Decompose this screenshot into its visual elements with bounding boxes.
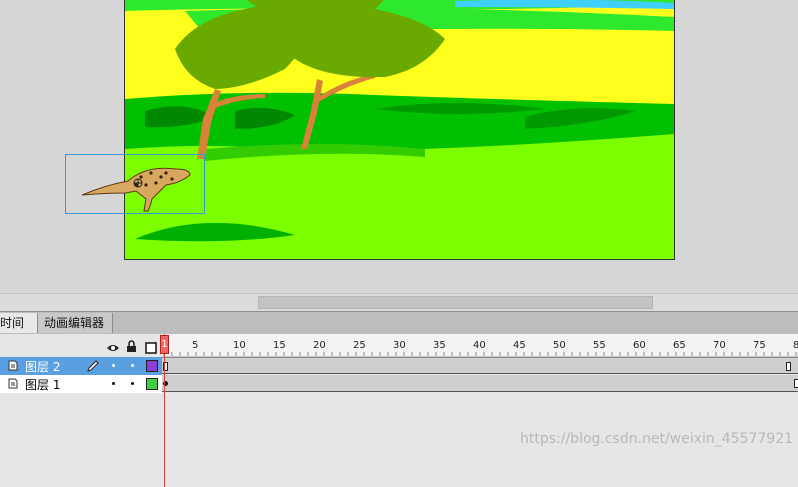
ruler-label: 60 (633, 340, 646, 351)
visibility-dot[interactable] (112, 382, 115, 385)
end-frame[interactable] (794, 379, 798, 388)
stage-horizontal-scrollbar[interactable] (0, 293, 798, 311)
ruler-label: 5 (192, 340, 199, 351)
scene-canvas[interactable] (124, 0, 675, 260)
ruler-label: 70 (713, 340, 726, 351)
ruler-label: 45 (513, 340, 526, 351)
lock-dot[interactable] (131, 364, 134, 367)
ruler-label: 15 (273, 340, 286, 351)
ruler-label: 20 (313, 340, 326, 351)
tab-motion-editor[interactable]: 动画编辑器 (38, 313, 113, 333)
layer-label-cell[interactable]: 图层 2 (0, 357, 162, 375)
ruler-label: 35 (433, 340, 446, 351)
ruler-label: 8 (793, 340, 798, 351)
watermark: https://blog.csdn.net/weixin_45577921 (520, 431, 794, 447)
scene-artwork (125, 0, 674, 259)
end-frame[interactable] (786, 362, 791, 371)
ruler-label: 75 (753, 340, 766, 351)
layer-frames[interactable] (162, 357, 798, 374)
frame-ruler[interactable]: 5 10 15 20 25 30 35 40 45 50 55 60 65 70… (162, 334, 798, 357)
layer-row[interactable]: 图层 1 (0, 375, 798, 393)
outline-icon[interactable] (145, 339, 157, 354)
layer-row[interactable]: 图层 2 (0, 357, 798, 375)
layer-frames[interactable] (162, 375, 798, 392)
lock-dot[interactable] (131, 382, 134, 385)
layer-icon (8, 360, 18, 371)
ruler-label: 25 (353, 340, 366, 351)
cheetah-graphic[interactable] (66, 155, 206, 215)
ruler-label: 55 (593, 340, 606, 351)
pencil-icon (87, 360, 99, 372)
layer-label-cell[interactable]: 图层 1 (0, 375, 162, 393)
layer-name[interactable]: 图层 1 (25, 376, 60, 393)
layer-name[interactable]: 图层 2 (25, 358, 60, 375)
ruler-label: 40 (473, 340, 486, 351)
playhead-line (164, 334, 165, 487)
lock-icon[interactable] (126, 338, 137, 352)
layer-icon (8, 378, 18, 389)
tab-timeline[interactable]: 时间轴 (0, 313, 38, 350)
ruler-label: 65 (673, 340, 686, 351)
ruler-label: 30 (393, 340, 406, 351)
layer-outline-color[interactable] (146, 378, 158, 390)
selection-bounding-box[interactable] (65, 154, 205, 214)
ruler-label: 10 (233, 340, 246, 351)
eye-icon[interactable] (106, 339, 120, 351)
scrollbar-thumb[interactable] (258, 296, 653, 309)
playhead[interactable]: 1 (160, 335, 169, 354)
stage-area (0, 0, 798, 293)
panel-tab-bar: 时间轴 动画编辑器 (0, 311, 798, 350)
timeline-panel: 5 10 15 20 25 30 35 40 45 50 55 60 65 70… (0, 334, 798, 487)
ruler-label: 50 (553, 340, 566, 351)
layer-outline-color[interactable] (146, 360, 158, 372)
visibility-dot[interactable] (112, 364, 115, 367)
